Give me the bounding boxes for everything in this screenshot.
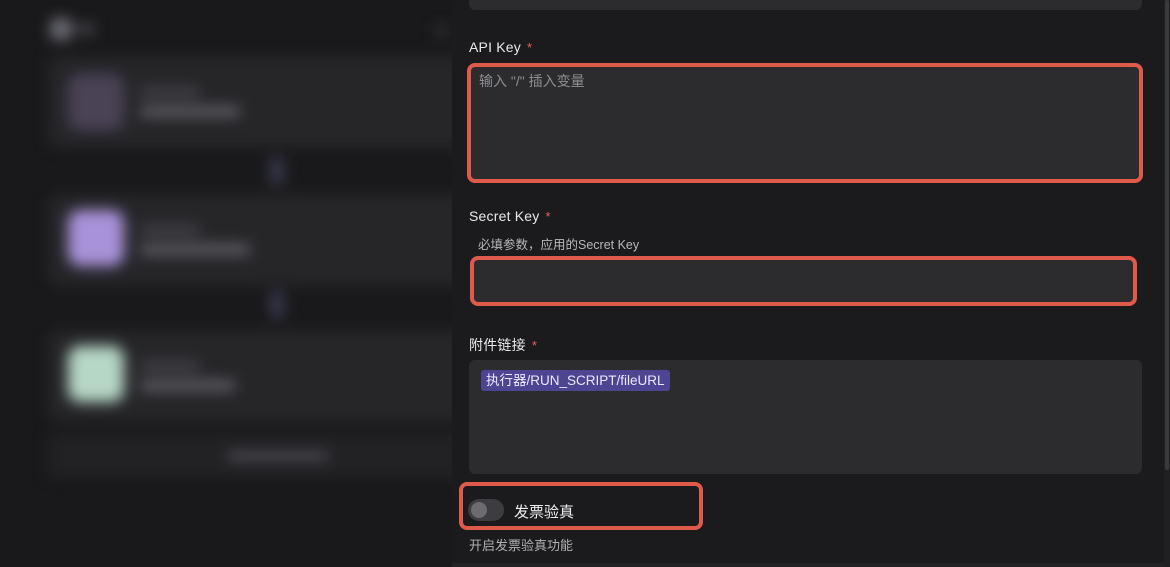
variable-chip[interactable]: 执行器/RUN_SCRIPT/fileURL bbox=[481, 370, 670, 391]
add-node-bar bbox=[48, 434, 452, 478]
invoice-verify-toggle[interactable] bbox=[468, 499, 504, 521]
secret-key-field[interactable] bbox=[472, 258, 1135, 304]
node-config-panel: API Key* Secret Key* 必填参数，应用的Secret Key … bbox=[452, 0, 1170, 567]
secret-key-input[interactable] bbox=[472, 258, 1135, 304]
attachment-link-label: 附件链接 * bbox=[469, 337, 538, 353]
required-mark: * bbox=[526, 40, 533, 55]
api-key-field[interactable] bbox=[469, 64, 1142, 182]
workflow-node-card bbox=[48, 330, 452, 422]
workflow-node-card bbox=[48, 56, 452, 148]
workflow-icon bbox=[50, 18, 72, 40]
workflow-title-blurred bbox=[78, 24, 94, 34]
api-key-label: API Key * bbox=[469, 39, 533, 55]
invoice-verify-description: 开启发票验真功能 bbox=[469, 538, 574, 553]
invoice-verify-label: 发票验真 bbox=[514, 504, 575, 521]
scrollbar-track[interactable] bbox=[1164, 0, 1170, 567]
node-connector bbox=[270, 158, 284, 184]
workflow-menu-icon bbox=[436, 26, 446, 36]
required-mark: * bbox=[531, 338, 538, 353]
attachment-link-field[interactable]: 执行器/RUN_SCRIPT/fileURL bbox=[469, 360, 1142, 474]
toggle-knob bbox=[471, 502, 487, 518]
previous-field bbox=[469, 0, 1142, 10]
scrollbar-thumb[interactable] bbox=[1165, 0, 1169, 470]
secret-key-hint: 必填参数，应用的Secret Key bbox=[478, 238, 640, 252]
required-mark: * bbox=[545, 209, 551, 224]
secret-key-label: Secret Key * bbox=[469, 208, 551, 224]
workflow-canvas-background bbox=[0, 0, 452, 567]
panel-bottom-border bbox=[452, 563, 1170, 567]
node-connector bbox=[270, 292, 284, 318]
workflow-node-card bbox=[48, 194, 452, 286]
api-key-input[interactable] bbox=[469, 64, 1142, 182]
